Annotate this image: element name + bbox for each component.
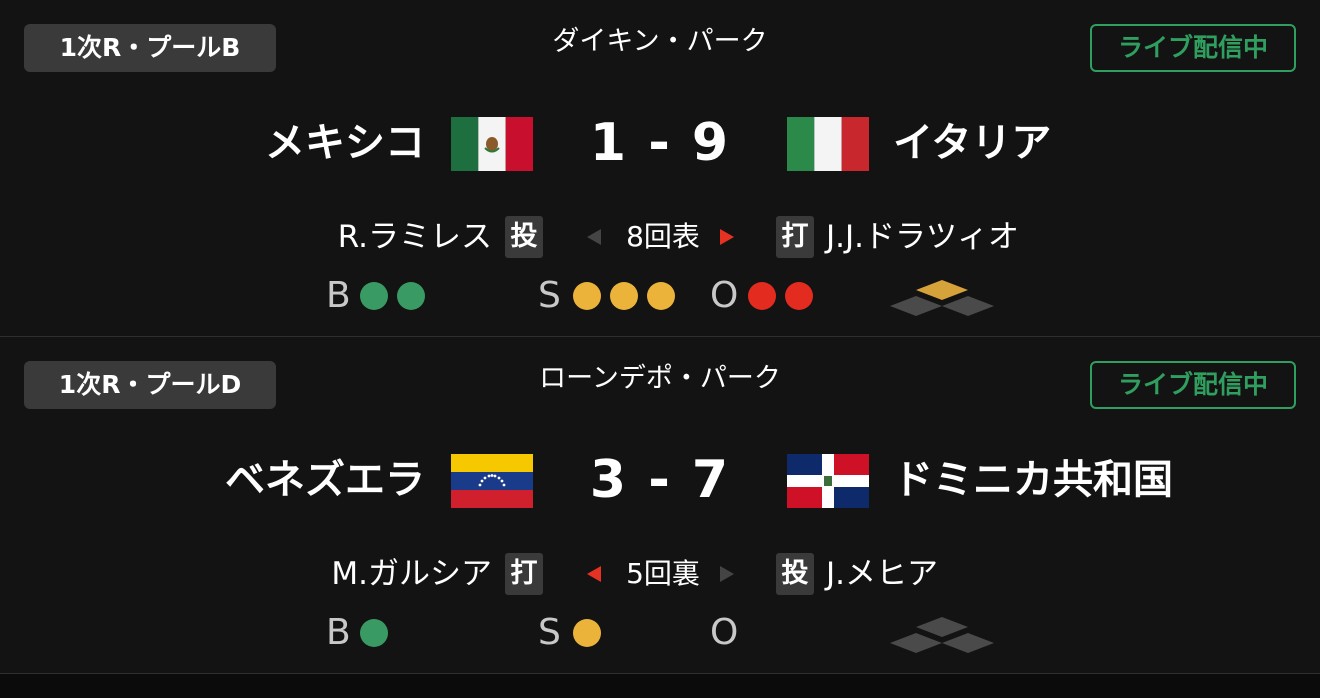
- second-base-icon: [916, 617, 968, 637]
- strike-dot: [573, 619, 601, 647]
- balls-label: B: [326, 275, 351, 316]
- first-base-icon: [942, 296, 994, 316]
- strike-dot: [573, 282, 601, 310]
- left-player-name: R.ラミレス: [337, 219, 492, 255]
- ball-dot: [397, 282, 425, 310]
- strikes-label: S: [538, 612, 561, 653]
- out-dot: [785, 282, 813, 310]
- venezuela-flag-icon: [451, 454, 533, 508]
- strikes-label: S: [538, 275, 561, 316]
- ball-dot: [360, 619, 388, 647]
- balls-count: [360, 619, 388, 647]
- third-base-icon: [890, 633, 942, 653]
- outs-count: [748, 282, 813, 310]
- live-badge[interactable]: ライブ配信中: [1090, 361, 1296, 409]
- inning-indicator: 8回表: [626, 220, 700, 253]
- inning-indicator: 5回裏: [626, 557, 700, 590]
- right-role-badge: 投: [776, 553, 814, 595]
- outs-label: O: [710, 612, 739, 653]
- ball-dot: [360, 282, 388, 310]
- strike-dot: [647, 282, 675, 310]
- game-card-venezuela-dominican[interactable]: 1次R・プールD ローンデポ・パーク ライブ配信中 ベネズエラ 3 - 7 ドミ…: [0, 337, 1320, 673]
- balls-count: [360, 282, 425, 310]
- left-player-name: M.ガルシア: [331, 556, 492, 592]
- game-card-mexico-italy[interactable]: 1次R・プールB ダイキン・パーク ライブ配信中 メキシコ 1 - 9 イタリア…: [0, 0, 1320, 336]
- bases-diamond-icon: [890, 280, 994, 316]
- home-team-name: ベネズエラ: [225, 457, 425, 503]
- score: 1 - 9: [589, 113, 731, 173]
- away-team-name: イタリア: [893, 120, 1052, 166]
- bases-diamond-icon: [890, 617, 994, 653]
- home-team-name: メキシコ: [265, 120, 425, 166]
- italy-flag-icon: [787, 117, 869, 171]
- left-role-badge: 投: [505, 216, 543, 258]
- right-player-name: J.メヒア: [826, 556, 938, 592]
- strikes-count: [573, 619, 601, 647]
- balls-label: B: [326, 612, 351, 653]
- live-badge[interactable]: ライブ配信中: [1090, 24, 1296, 72]
- divider: [0, 673, 1320, 674]
- next-arrow-icon: [720, 229, 734, 245]
- third-base-icon: [890, 296, 942, 316]
- strikes-count: [573, 282, 675, 310]
- left-role-badge: 打: [505, 553, 543, 595]
- right-player-name: J.J.ドラツィオ: [826, 219, 1019, 255]
- right-role-badge: 打: [776, 216, 814, 258]
- second-base-icon: [916, 280, 968, 300]
- first-base-icon: [942, 633, 994, 653]
- strike-dot: [610, 282, 638, 310]
- next-arrow-icon: [720, 566, 734, 582]
- score: 3 - 7: [589, 450, 731, 510]
- out-dot: [748, 282, 776, 310]
- mexico-flag-icon: [451, 117, 533, 171]
- away-team-name: ドミニカ共和国: [893, 457, 1173, 503]
- dominican-republic-flag-icon: [787, 454, 869, 508]
- outs-label: O: [710, 275, 739, 316]
